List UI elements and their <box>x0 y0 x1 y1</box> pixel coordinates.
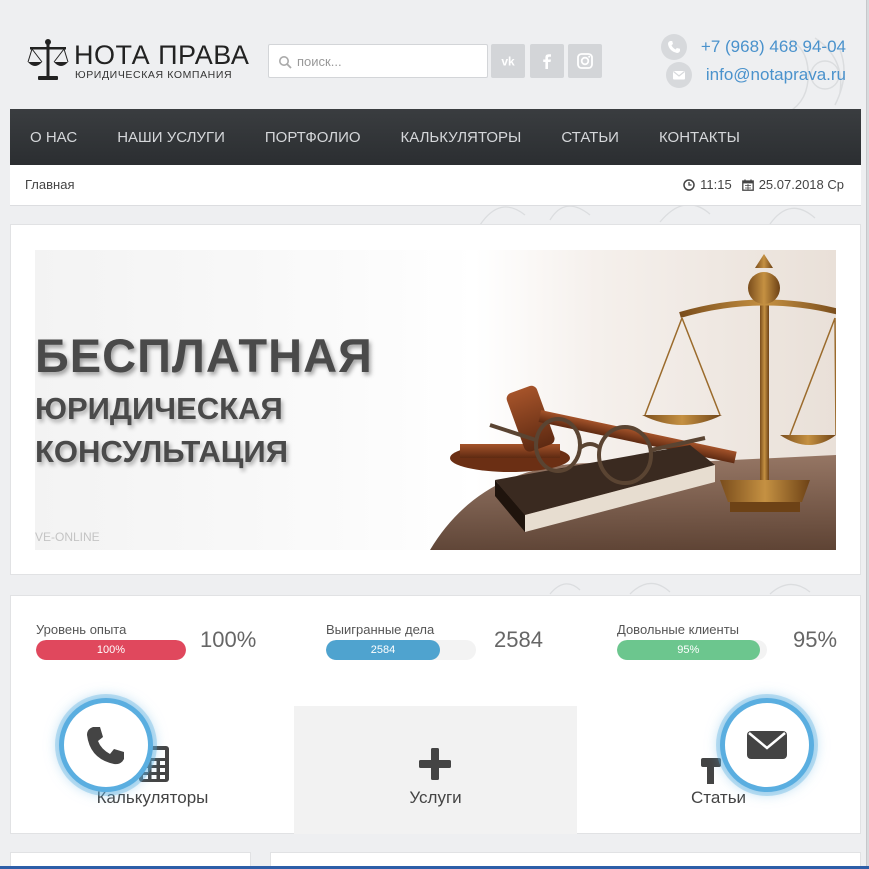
tile-calculators[interactable]: Калькуляторы <box>11 706 294 834</box>
search-box <box>268 44 488 78</box>
search-input[interactable] <box>297 45 482 77</box>
search-icon[interactable] <box>278 55 292 69</box>
progress-fill: 100% <box>36 640 186 660</box>
main-nav: О НАС НАШИ УСЛУГИ ПОРТФОЛИО КАЛЬКУЛЯТОРЫ… <box>10 109 861 165</box>
banner-subheadline-1: ЮРИДИЧЕСКАЯ <box>35 391 283 426</box>
calendar-icon <box>741 179 754 191</box>
tile-label: Калькуляторы <box>96 788 209 807</box>
banner-headline: БЕСПЛАТНАЯ <box>35 329 373 382</box>
breadcrumb-bar: Главная 11:15 25.07.2018 Ср <box>10 165 861 206</box>
breadcrumb[interactable]: Главная <box>25 177 74 192</box>
nav-item-portfolio[interactable]: ПОРТФОЛИО <box>265 129 361 146</box>
plus-icon <box>419 748 451 780</box>
current-date: 25.07.2018 Ср <box>758 177 844 192</box>
nav-item-calculators[interactable]: КАЛЬКУЛЯТОРЫ <box>401 129 522 146</box>
logo-title: НОТА ПРАВА <box>74 40 250 70</box>
nav-item-services[interactable]: НАШИ УСЛУГИ <box>117 129 225 146</box>
banner-subheadline-2: КОНСУЛЬТАЦИЯ <box>35 434 288 469</box>
progress-bar: 2584 <box>326 640 476 660</box>
banner-card: БЕСПЛАТНАЯ ЮРИДИЧЕСКАЯ КОНСУЛЬТАЦИЯ VE-O… <box>10 224 861 575</box>
stat-value: 95% <box>793 627 838 652</box>
stat-label: Выигранные дела <box>326 622 435 637</box>
clock-icon <box>683 178 695 191</box>
instagram-icon <box>577 53 593 69</box>
email-address[interactable]: info@notaprava.ru <box>706 65 846 85</box>
progress-bar: 95% <box>617 640 767 660</box>
phone-icon <box>667 41 680 53</box>
progress-bar: 100% <box>36 640 186 660</box>
tile-label: Услуги <box>409 788 462 807</box>
phone-icon <box>87 727 124 765</box>
phone-contact[interactable]: +7 (968) 468 94-04 <box>660 34 846 60</box>
phone-number[interactable]: +7 (968) 468 94-04 <box>701 37 846 57</box>
background-ornament <box>549 582 811 595</box>
stat-label: Довольные клиенты <box>617 622 739 637</box>
scales-gavel-illustration <box>430 254 836 550</box>
site-logo[interactable]: НОТА ПРАВА ЮРИДИЧЕСКАЯ КОМПАНИЯ <box>26 38 249 86</box>
phone-icon-badge <box>660 34 687 60</box>
email-contact[interactable]: info@notaprava.ru <box>665 62 846 88</box>
message-button[interactable] <box>720 698 814 792</box>
banner-watermark: VE-ONLINE <box>35 530 100 544</box>
nav-item-about[interactable]: О НАС <box>30 129 77 146</box>
logo-subtitle: ЮРИДИЧЕСКАЯ КОМПАНИЯ <box>75 69 233 81</box>
envelope-icon <box>747 731 787 759</box>
facebook-button[interactable] <box>530 44 564 78</box>
envelope-small-icon <box>672 71 685 80</box>
current-time: 11:15 <box>700 177 732 192</box>
vk-button[interactable]: vk <box>491 44 525 78</box>
nav-item-articles[interactable]: СТАТЬИ <box>561 129 619 146</box>
mail-icon-badge <box>665 62 692 88</box>
stat-value: 2584 <box>494 627 543 652</box>
instagram-button[interactable] <box>568 44 602 78</box>
facebook-icon <box>543 54 551 69</box>
date-time: 11:15 25.07.2018 Ср <box>683 177 844 192</box>
vk-icon: vk <box>501 55 515 69</box>
callback-button[interactable] <box>59 698 153 792</box>
progress-fill: 2584 <box>326 640 440 660</box>
progress-fill: 95% <box>617 640 760 660</box>
svg-text:vk: vk <box>501 55 515 69</box>
nav-item-contacts[interactable]: КОНТАКТЫ <box>659 129 740 146</box>
stat-label: Уровень опыта <box>36 622 127 637</box>
scales-logo-icon <box>27 39 69 80</box>
tile-services[interactable]: Услуги <box>294 706 577 834</box>
tile-label: Статьи <box>690 788 747 807</box>
stat-value: 100% <box>200 627 257 652</box>
promo-banner[interactable]: БЕСПЛАТНАЯ ЮРИДИЧЕСКАЯ КОНСУЛЬТАЦИЯ VE-O… <box>35 250 836 550</box>
tile-articles[interactable]: Статьи <box>577 706 860 834</box>
